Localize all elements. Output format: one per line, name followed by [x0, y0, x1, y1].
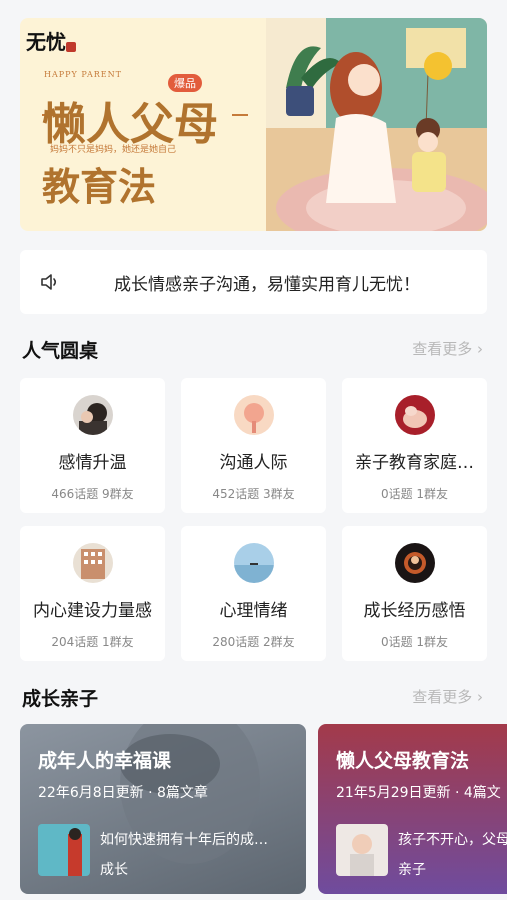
group-name: 感情升温 [58, 453, 127, 473]
notice-text: 成长情感亲子沟通，易懂实用育儿无忧！ [114, 274, 420, 295]
promo-banner[interactable]: 无忧 HAPPY PARENT 懒人父母 爆品 妈妈不只是妈妈，她还是她自己 教… [20, 18, 487, 231]
group-avatar [234, 395, 274, 435]
section-title-growth: 成长亲子 [22, 688, 99, 710]
column-title: 成年人的幸福课 [38, 750, 172, 772]
group-name: 沟通人际 [219, 453, 288, 473]
popular-more-link[interactable]: 查看更多 › [412, 338, 483, 359]
group-meta: 466话题 9群友 [51, 487, 134, 501]
group-card[interactable]: 亲子教育家庭… 0话题 1群友 [342, 378, 487, 513]
group-name: 亲子教育家庭… [355, 453, 474, 473]
column-info: 22年6月8日更新 · 8篇文章 [38, 785, 208, 801]
banner-divider [232, 114, 248, 116]
group-name: 心理情绪 [219, 601, 288, 621]
group-card[interactable]: 内心建设力量感 204话题 1群友 [20, 526, 165, 661]
post-thumbnail [38, 824, 90, 876]
group-avatar [395, 395, 435, 435]
group-meta: 0话题 1群友 [380, 487, 449, 501]
column-card[interactable]: 成年人的幸福课 22年6月8日更新 · 8篇文章 如何快速拥有十年后的成… 成长 [20, 724, 306, 894]
group-meta: 204话题 1群友 [51, 635, 134, 649]
notice-bar[interactable]: 成长情感亲子沟通，易懂实用育儿无忧！ [20, 250, 487, 314]
post-thumbnail [336, 824, 388, 876]
group-card[interactable]: 感情升温 466话题 9群友 [20, 378, 165, 513]
group-avatar [73, 543, 113, 583]
section-title-popular: 人气圆桌 [22, 340, 99, 362]
group-name: 成长经历感悟 [363, 601, 466, 621]
group-avatar [73, 395, 113, 435]
post-title: 如何快速拥有十年后的成… [100, 832, 268, 848]
speaker-icon [41, 274, 57, 290]
brand-logo: 无忧 [26, 30, 66, 54]
group-card[interactable]: 沟通人际 452话题 3群友 [181, 378, 326, 513]
column-title: 懒人父母教育法 [336, 750, 470, 772]
group-avatar [234, 543, 274, 583]
group-avatar [395, 543, 435, 583]
group-card[interactable]: 心理情绪 280话题 2群友 [181, 526, 326, 661]
column-info: 21年5月29日更新 · 4篇文 [336, 785, 501, 801]
banner-title-line2: 教育法 [42, 164, 157, 209]
post-title: 孩子不开心，父母 [398, 832, 507, 848]
group-name: 内心建设力量感 [33, 601, 152, 621]
brand-seal-icon [66, 42, 76, 52]
group-meta: 280话题 2群友 [212, 635, 295, 649]
group-meta: 0话题 1群友 [380, 635, 449, 649]
mother-child-illustration [266, 18, 487, 231]
banner-subtitle: 妈妈不只是妈妈，她还是她自己 [50, 145, 177, 155]
group-card[interactable]: 成长经历感悟 0话题 1群友 [342, 526, 487, 661]
growth-more-link[interactable]: 查看更多 › [412, 686, 483, 707]
post-tag: 亲子 [398, 862, 426, 878]
group-meta: 452话题 3群友 [212, 487, 295, 501]
banner-tagline: HAPPY PARENT [44, 70, 122, 79]
post-tag: 成长 [100, 862, 128, 878]
banner-badge: 爆品 [168, 74, 202, 92]
column-card[interactable]: 懒人父母教育法 21年5月29日更新 · 4篇文 孩子不开心，父母 亲子 [318, 724, 507, 894]
